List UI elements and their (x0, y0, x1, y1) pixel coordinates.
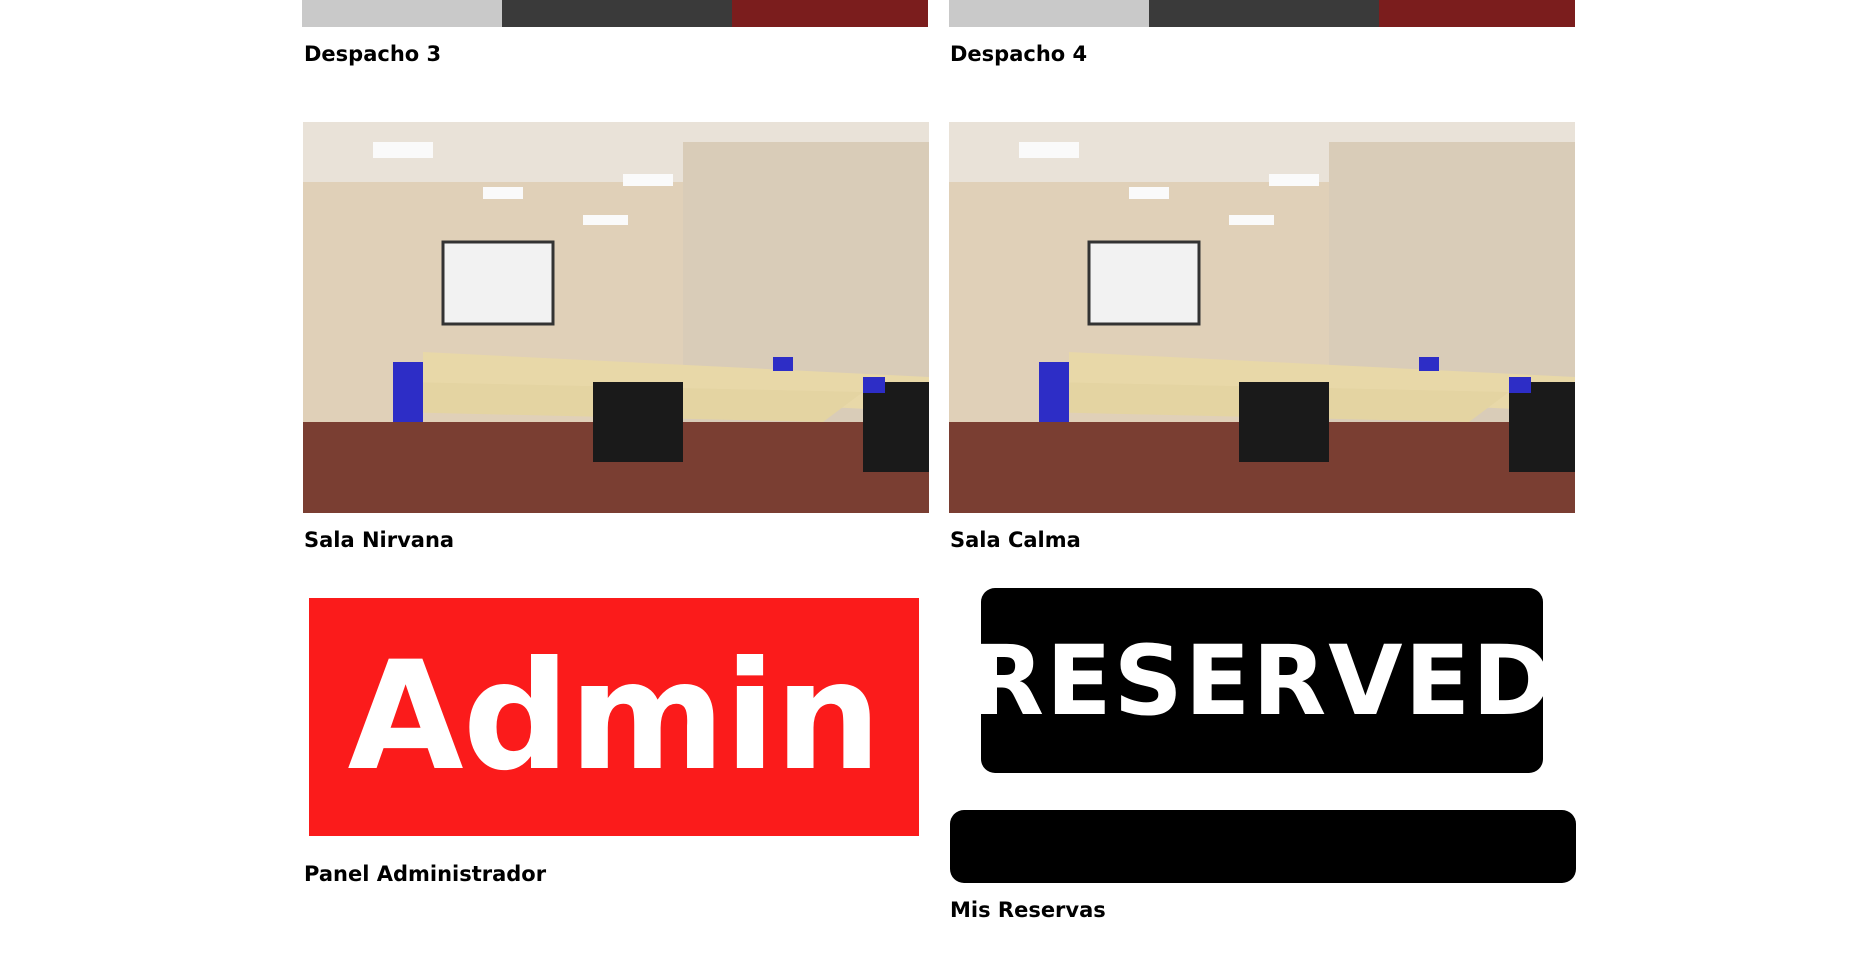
card-title: Sala Calma (950, 528, 1081, 552)
admin-logo[interactable]: Admin (309, 598, 919, 836)
card-title: Mis Reservas (950, 898, 1106, 922)
reserved-sign-bar (950, 810, 1576, 883)
sala-calma-image[interactable] (949, 122, 1575, 513)
card-title: Panel Administrador (304, 862, 547, 886)
despacho-4-image[interactable] (949, 0, 1575, 27)
card-title: Despacho 4 (950, 42, 1088, 66)
sala-nirvana-image[interactable] (303, 122, 929, 513)
despacho-3-image[interactable] (302, 0, 928, 27)
card-title: Sala Nirvana (304, 528, 455, 552)
reserved-sign[interactable]: RESERVED (970, 588, 1552, 773)
card-title: Despacho 3 (304, 42, 442, 66)
